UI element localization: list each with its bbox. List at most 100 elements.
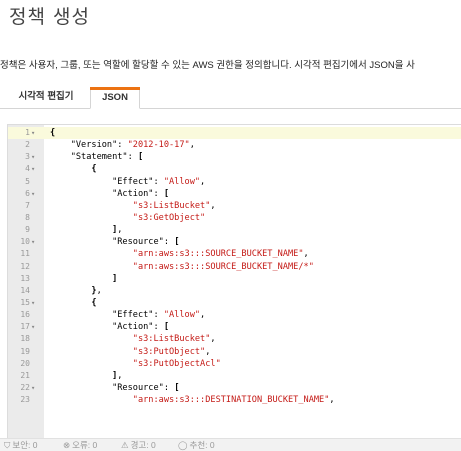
code-line[interactable]: 12 "arn:aws:s3:::SOURCE_BUCKET_NAME/*" <box>8 261 461 273</box>
code-token: "Action": <box>50 322 164 333</box>
line-number: 19 <box>20 346 30 356</box>
json-code-editor[interactable]: 1 ▾{2 "Version": "2012-10-17", 3 ▾ "Stateme… <box>7 124 461 451</box>
fold-toggle-icon[interactable]: ▾ <box>31 321 41 333</box>
string-token: "s3:GetObject" <box>50 212 206 223</box>
code-line[interactable]: 17 ▾ "Action": [ <box>8 321 461 333</box>
code-line[interactable]: 16 "Effect": "Allow", <box>8 309 461 321</box>
line-number: 5 <box>25 176 30 186</box>
code-line[interactable]: 5 "Effect": "Allow", <box>8 176 461 188</box>
line-number: 11 <box>20 249 30 259</box>
code-line[interactable]: 3 ▾ "Statement": [ <box>8 151 461 163</box>
code-text: ], <box>50 224 122 236</box>
code-lines: 1 ▾{2 "Version": "2012-10-17", 3 ▾ "Stateme… <box>8 127 461 406</box>
code-text: { <box>50 297 96 309</box>
code-text: "Version": "2012-10-17", <box>50 139 195 151</box>
fold-toggle-icon[interactable]: ▾ <box>31 236 41 248</box>
code-line[interactable]: 6 ▾ "Action": [ <box>8 188 461 200</box>
line-number: 2 <box>25 140 30 150</box>
code-line[interactable]: 13 ] <box>8 273 461 285</box>
warning-icon: ⚠ <box>121 440 129 450</box>
code-line[interactable]: 8 "s3:GetObject" <box>8 212 461 224</box>
string-token: "arn:aws:s3:::SOURCE_BUCKET_NAME/*" <box>50 261 314 272</box>
line-number: 20 <box>20 358 30 368</box>
code-text: }, <box>50 285 101 297</box>
line-number: 9 <box>25 225 30 235</box>
code-token: , <box>189 140 195 151</box>
line-number: 10 <box>20 237 30 247</box>
code-line[interactable]: 22 ▾ "Resource": [ <box>8 382 461 394</box>
code-text: "s3:PutObject", <box>50 346 211 358</box>
line-number: 12 <box>20 261 30 271</box>
fold-toggle-icon[interactable]: ▾ <box>31 163 41 175</box>
code-line[interactable]: 18 "s3:ListBucket", <box>8 333 461 345</box>
editor-tabs: 시각적 편집기 JSON <box>0 87 461 109</box>
code-token: [ <box>174 237 180 248</box>
code-token: , <box>117 225 123 236</box>
code-text: { <box>50 127 55 139</box>
code-token: [ <box>163 188 170 199</box>
code-line[interactable]: 11 "arn:aws:s3:::SOURCE_BUCKET_NAME", <box>8 248 461 260</box>
code-token: ] <box>50 273 118 284</box>
string-token: "arn:aws:s3:::SOURCE_BUCKET_NAME" <box>50 249 304 260</box>
suggestion-icon: ◯ <box>178 440 188 450</box>
code-line[interactable]: 9 ], <box>8 224 461 236</box>
line-number: 23 <box>20 395 30 405</box>
page-description: 정책은 사용자, 그룹, 또는 역할에 할당할 수 있는 AWS 권한을 정의합… <box>0 60 415 71</box>
string-token: "s3:PutObjectAcl" <box>50 358 221 369</box>
error-count[interactable]: ⊗ 오류: 0 <box>63 439 97 451</box>
fold-toggle-icon[interactable]: ▾ <box>31 127 41 139</box>
code-line[interactable]: 23 "arn:aws:s3:::DESTINATION_BUCKET_NAME… <box>8 394 461 406</box>
fold-toggle-icon[interactable]: ▾ <box>31 151 41 163</box>
string-token: "Allow" <box>163 176 201 187</box>
string-token: "Allow" <box>163 310 201 321</box>
code-line[interactable]: 14 }, <box>8 285 461 297</box>
code-text: ], <box>50 370 122 382</box>
line-number: 22 <box>20 382 30 392</box>
warning-label: 경고: 0 <box>130 440 156 450</box>
code-token: , <box>117 370 123 381</box>
fold-toggle-icon[interactable]: ▾ <box>31 297 41 309</box>
code-line[interactable]: 15 ▾ { <box>8 297 461 309</box>
code-line[interactable]: 20 "s3:PutObjectAcl" <box>8 358 461 370</box>
tab-json[interactable]: JSON <box>90 87 140 109</box>
code-line[interactable]: 2 "Version": "2012-10-17", <box>8 139 461 151</box>
code-text: "Resource": [ <box>50 382 179 394</box>
code-line[interactable]: 7 "s3:ListBucket", <box>8 200 461 212</box>
code-line[interactable]: 4 ▾ { <box>8 163 461 175</box>
code-token: , <box>200 176 206 187</box>
code-text: "arn:aws:s3:::SOURCE_BUCKET_NAME/*" <box>50 261 314 273</box>
suggestion-count[interactable]: ◯ 추천: 0 <box>178 439 215 451</box>
fold-toggle-icon[interactable]: ▾ <box>31 188 41 200</box>
warning-count[interactable]: ⚠ 경고: 0 <box>121 439 156 451</box>
code-line[interactable]: 1 ▾ { <box>8 127 461 140</box>
code-line[interactable]: 21 ], <box>8 370 461 382</box>
fold-toggle-icon[interactable]: ▾ <box>31 382 41 394</box>
code-token: ] <box>50 370 118 381</box>
code-text: "Resource": [ <box>50 236 179 248</box>
code-line[interactable]: 19 "s3:PutObject", <box>8 346 461 358</box>
security-count[interactable]: ⛉ 보안: 0 <box>4 439 37 451</box>
code-token: [ <box>163 322 170 333</box>
code-line[interactable]: 10 ▾ "Resource": [ <box>8 236 461 248</box>
code-text: "arn:aws:s3:::DESTINATION_BUCKET_NAME", <box>50 394 335 406</box>
line-number: 14 <box>20 285 30 295</box>
security-label: 보안: 0 <box>12 440 38 450</box>
code-token: ] <box>50 225 118 236</box>
code-text: "Effect": "Allow", <box>50 309 205 321</box>
code-text: "s3:ListBucket", <box>50 333 216 345</box>
status-bar: ⛉ 보안: 0 ⊗ 오류: 0 ⚠ 경고: 0 ◯ 추천: 0 <box>0 438 461 451</box>
suggestion-label: 추천: 0 <box>189 440 215 450</box>
tab-visual-editor[interactable]: 시각적 편집기 <box>9 87 83 107</box>
code-text: "s3:ListBucket", <box>50 200 216 212</box>
code-token: "Effect": <box>50 176 164 187</box>
code-token: "Effect": <box>50 310 164 321</box>
code-text: { <box>50 163 96 175</box>
string-token: "2012-10-17" <box>127 140 190 151</box>
string-token: "arn:aws:s3:::DESTINATION_BUCKET_NAME" <box>50 395 330 406</box>
line-number: 6 <box>25 188 30 198</box>
shield-icon: ⛉ <box>4 440 11 450</box>
code-text: "Statement": [ <box>50 151 143 163</box>
code-text: ] <box>50 273 117 285</box>
line-number: 17 <box>20 322 30 332</box>
code-text: "s3:GetObject" <box>50 212 205 224</box>
